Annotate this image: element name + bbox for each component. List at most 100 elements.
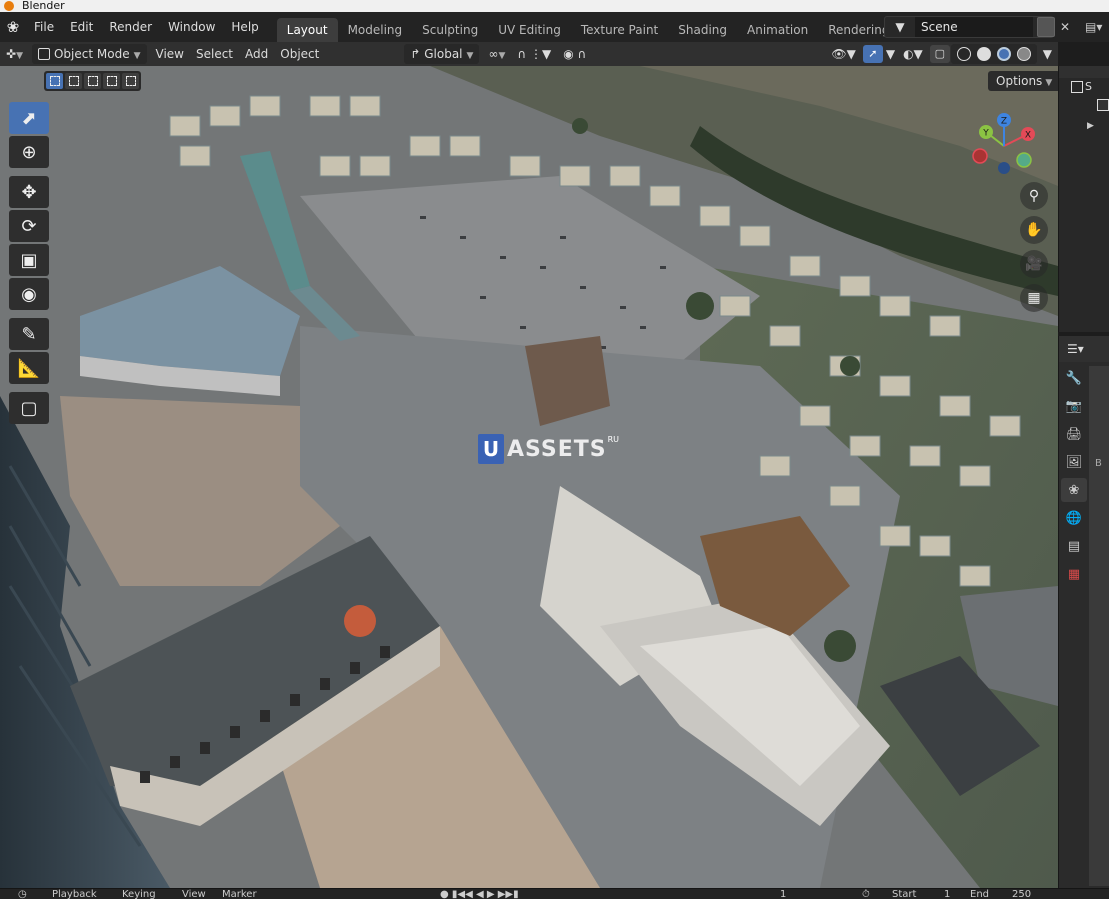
menu-help[interactable]: Help	[223, 12, 266, 42]
tab-texture-paint[interactable]: Texture Paint	[571, 18, 668, 42]
outliner-row-collection[interactable]	[1059, 96, 1109, 114]
window-title: Blender	[22, 0, 65, 12]
object-mode-icon	[37, 48, 50, 60]
watermark-letter: U	[478, 434, 504, 464]
blender-menu-icon[interactable]: ❀	[0, 12, 26, 42]
pan-hand-icon[interactable]: ✋	[1020, 216, 1048, 244]
expand-arrow-icon[interactable]: ▶	[1087, 117, 1099, 131]
world-properties-icon[interactable]: 🌐	[1061, 506, 1087, 530]
xray-icon[interactable]: ▢	[929, 45, 950, 63]
gizmo-dropdown-icon[interactable]: ▼	[884, 44, 897, 64]
timeline-clock-icon[interactable]: ⏱	[862, 889, 870, 899]
delete-scene-icon[interactable]: ✕	[1060, 17, 1074, 37]
perspective-grid-icon[interactable]: ▦	[1020, 284, 1048, 312]
tab-uv-editing[interactable]: UV Editing	[488, 18, 571, 42]
viewport-header: ✜▼ Object Mode ▼ View Select Add Object ↱…	[0, 42, 1058, 66]
timeline-end-value[interactable]: 250	[1012, 889, 1031, 899]
overlay-icon[interactable]: ◐▼	[897, 44, 929, 64]
timeline-start-value[interactable]: 1	[944, 889, 950, 899]
select-intersect-icon[interactable]	[122, 73, 139, 89]
view-layer-icon[interactable]: ▤▾	[1085, 17, 1109, 37]
menu-view[interactable]: View	[150, 44, 190, 64]
tab-modeling[interactable]: Modeling	[338, 18, 413, 42]
3d-viewport[interactable]: Options ▼ ⬈ ⊕ ✥ ⟳ ▣ ◉ ✎ 📐 ▢ X Y Z ⚲ ✋ 🎥 ▦…	[0, 66, 1058, 888]
menu-edit[interactable]: Edit	[62, 12, 101, 42]
outliner-row-scene-collection[interactable]: S	[1059, 78, 1109, 96]
menu-render[interactable]: Render	[101, 12, 160, 42]
menu-file[interactable]: File	[26, 12, 62, 42]
tab-layout[interactable]: Layout	[276, 18, 338, 42]
rotate-tool-icon[interactable]: ⟳	[9, 210, 49, 242]
shading-dropdown-icon[interactable]: ▼	[1037, 44, 1058, 64]
cursor-tool-icon[interactable]: ⊕	[9, 136, 49, 168]
texture-properties-icon[interactable]: ▦	[1061, 562, 1087, 586]
scene-name[interactable]: Scene	[915, 17, 1033, 37]
timeline-view[interactable]: View	[182, 889, 206, 899]
view-layer-properties-icon[interactable]: 🖼	[1061, 450, 1087, 474]
menu-object[interactable]: Object	[274, 44, 325, 64]
move-tool-icon[interactable]: ✥	[9, 176, 49, 208]
outliner-row-expand[interactable]: ▶	[1059, 114, 1109, 132]
scene-selector[interactable]: ▼ Scene ⚲	[884, 16, 1054, 38]
timeline-editor-icon[interactable]: ◷	[18, 889, 27, 899]
gizmo-neg-x-icon[interactable]	[972, 148, 988, 164]
new-scene-icon[interactable]	[1037, 17, 1055, 37]
snap-icon[interactable]: ∩ ⋮▼	[511, 44, 557, 64]
wireframe-shading-icon[interactable]	[956, 47, 971, 61]
orientation-label: Global	[424, 47, 463, 61]
mode-dropdown[interactable]: Object Mode ▼	[31, 44, 147, 64]
tool-properties-icon[interactable]: 🔧	[1061, 366, 1087, 390]
render-properties-icon[interactable]: 📷	[1061, 394, 1087, 418]
timeline-header: ◷ Playback Keying View Marker ● ▮◀◀ ◀ ▶ …	[0, 888, 1109, 899]
timeline-end-label: End	[970, 889, 990, 899]
material-shading-icon[interactable]	[996, 47, 1011, 61]
collection-properties-icon[interactable]: ▤	[1061, 534, 1087, 558]
solid-shading-icon[interactable]	[976, 47, 991, 61]
transform-tool-icon[interactable]: ◉	[9, 278, 49, 310]
gizmo-neg-z-icon[interactable]	[998, 162, 1010, 174]
timeline-playback[interactable]: Playback	[52, 889, 97, 899]
properties-label: B	[1095, 458, 1102, 469]
menu-select[interactable]: Select	[190, 44, 239, 64]
tab-sculpting[interactable]: Sculpting	[412, 18, 488, 42]
select-extend-icon[interactable]	[65, 73, 82, 89]
gizmo-z-label: Z	[1001, 117, 1007, 127]
rendered-shading-icon[interactable]	[1016, 47, 1031, 61]
select-invert-icon[interactable]	[103, 73, 120, 89]
gizmo-y-label: Y	[982, 129, 989, 139]
editor-type-icon[interactable]: ☰▾	[1067, 342, 1084, 356]
tab-animation[interactable]: Animation	[737, 18, 818, 42]
measure-tool-icon[interactable]: 📐	[9, 352, 49, 384]
timeline-marker[interactable]: Marker	[222, 889, 257, 899]
tool-gap	[9, 170, 49, 174]
editor-type-icon[interactable]: ✜▼	[0, 44, 29, 64]
annotate-tool-icon[interactable]: ✎	[9, 318, 49, 350]
play-controls[interactable]: ● ▮◀◀ ◀ ▶ ▶▶▮	[440, 889, 519, 899]
gizmo-neg-y-icon[interactable]	[1016, 152, 1032, 168]
orientation-dropdown[interactable]: ↱ Global ▼	[404, 44, 480, 64]
tab-shading[interactable]: Shading	[668, 18, 737, 42]
select-box-tool-icon[interactable]: ⬈	[9, 102, 49, 134]
add-cube-tool-icon[interactable]: ▢	[9, 392, 49, 424]
output-properties-icon[interactable]: 🖨	[1061, 422, 1087, 446]
properties-panel[interactable]: ☰▾ 🔧 📷 🖨 🖼 ❀ 🌐 ▤ ▦ B	[1058, 336, 1109, 888]
proportional-edit-icon[interactable]: ◉ ∩	[557, 44, 592, 64]
scale-tool-icon[interactable]: ▣	[9, 244, 49, 276]
menu-window[interactable]: Window	[160, 12, 223, 42]
pivot-icon[interactable]: ∞▼	[482, 44, 511, 64]
scene-properties-icon[interactable]: ❀	[1061, 478, 1087, 502]
select-subtract-icon[interactable]	[84, 73, 101, 89]
navigation-gizmo[interactable]: X Y Z	[968, 110, 1040, 182]
menu-add[interactable]: Add	[239, 44, 274, 64]
camera-view-icon[interactable]: 🎥	[1020, 250, 1048, 278]
scene-icon: ▼	[895, 20, 905, 34]
timeline-keying[interactable]: Keying	[122, 889, 156, 899]
select-new-icon[interactable]	[46, 73, 63, 89]
zoom-icon[interactable]: ⚲	[1020, 182, 1048, 210]
outliner-panel[interactable]: S ▶	[1058, 66, 1109, 332]
visibility-icon[interactable]: 👁▼	[825, 44, 861, 64]
current-frame-field[interactable]: 1	[780, 889, 786, 899]
options-dropdown[interactable]: Options ▼	[988, 71, 1058, 91]
tool-gap	[9, 312, 49, 316]
gizmo-toggle-icon[interactable]: ➚	[862, 45, 883, 63]
